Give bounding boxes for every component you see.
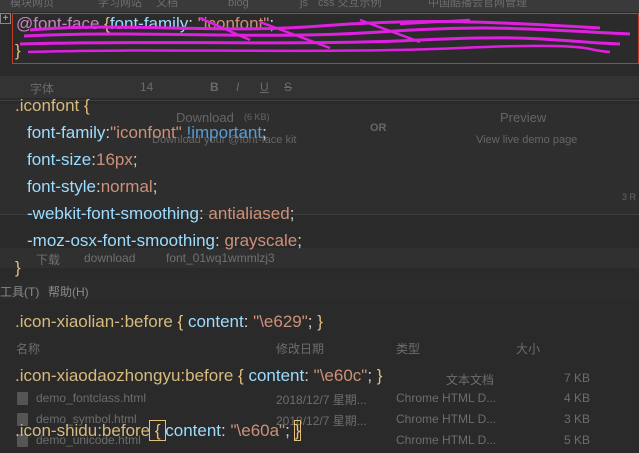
semicolon: ; xyxy=(152,177,158,196)
property: font-family xyxy=(27,123,106,142)
selector: .icon-xiaodaozhongyu:before xyxy=(15,366,234,385)
property: content xyxy=(187,312,244,331)
semicolon: ; xyxy=(132,150,138,169)
brace: { xyxy=(233,366,249,385)
code-line: font-size:16px; xyxy=(27,150,138,170)
value: antialiased xyxy=(208,204,290,223)
value: "\e60c" xyxy=(313,366,368,385)
property: content xyxy=(248,366,305,385)
value: grayscale xyxy=(224,231,298,250)
important-keyword: !important xyxy=(181,123,263,142)
selector: .iconfont xyxy=(15,96,80,115)
semicolon: ; xyxy=(307,312,318,331)
property: content xyxy=(165,421,222,440)
code-line: .iconfont { xyxy=(15,96,90,116)
code-line: font-style:normal; xyxy=(27,177,157,197)
colon: : xyxy=(304,366,314,385)
property: font-style xyxy=(27,177,96,196)
colon: : xyxy=(198,204,209,223)
value: "iconfont" xyxy=(110,123,182,142)
brace: } xyxy=(317,312,323,331)
semicolon: ; xyxy=(297,231,302,250)
brace: { xyxy=(172,312,188,331)
semicolon: ; xyxy=(285,421,295,440)
code-line: .icon-xiaodaozhongyu:before { content: "… xyxy=(15,366,382,386)
brace: } xyxy=(15,258,21,277)
brace: } xyxy=(376,366,383,385)
brace: } xyxy=(293,420,302,441)
property: -webkit-font-smoothing xyxy=(27,204,199,223)
code-line: .icon-shidu:before { content: "\e60a"; } xyxy=(15,420,302,441)
value: "\e60a" xyxy=(230,421,286,440)
code-line: } xyxy=(15,258,21,278)
code-line: -webkit-font-smoothing: antialiased; xyxy=(27,204,294,224)
value: normal xyxy=(100,177,153,196)
semicolon: ; xyxy=(289,204,295,223)
brace: { xyxy=(79,96,90,115)
brace: { xyxy=(149,420,167,441)
property: font-size xyxy=(27,150,92,169)
selector: .icon-shidu:before xyxy=(15,421,151,440)
code-editor[interactable]: .iconfont { font-family:"iconfont" !impo… xyxy=(0,0,639,453)
colon: : xyxy=(243,312,254,331)
property: -moz-osx-font-smoothing xyxy=(27,231,216,250)
value: 16px xyxy=(95,150,133,169)
semicolon: ; xyxy=(262,123,267,142)
value: "\e629" xyxy=(253,312,308,331)
code-line: font-family:"iconfont" !important; xyxy=(27,123,267,143)
selector: .icon-xiaolian-:before xyxy=(15,312,173,331)
code-line: .icon-xiaolian-:before { content: "\e629… xyxy=(15,312,323,332)
semicolon: ; xyxy=(367,366,377,385)
code-line: -moz-osx-font-smoothing: grayscale; xyxy=(27,231,302,251)
